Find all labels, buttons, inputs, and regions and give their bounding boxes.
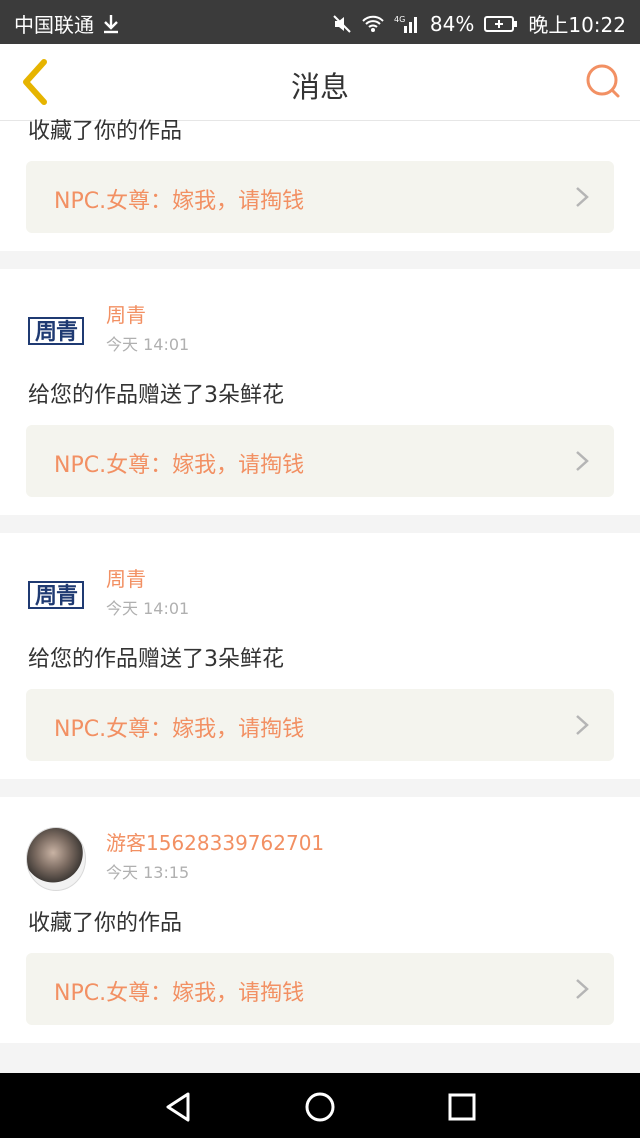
message-time: 今天 14:01: [106, 599, 190, 618]
chevron-right-icon: [576, 187, 589, 207]
system-nav-bar: [0, 1073, 640, 1138]
work-title: NPC.女尊：嫁我，请掏钱: [54, 981, 305, 1006]
message-text: 收藏了你的作品: [28, 119, 183, 144]
back-icon: [166, 1092, 190, 1122]
avatar[interactable]: 周青: [26, 565, 86, 625]
system-recents-button[interactable]: [444, 1089, 480, 1125]
clock: 晚上10:22: [528, 13, 626, 37]
work-reference-link[interactable]: NPC.女尊：嫁我，请掏钱: [26, 953, 614, 1025]
message-card: 收藏了你的作品 NPC.女尊：嫁我，请掏钱: [0, 119, 640, 251]
avatar[interactable]: 周青: [26, 301, 86, 361]
battery-percent: 84%: [429, 11, 475, 36]
work-reference-link[interactable]: NPC.女尊：嫁我，请掏钱: [26, 689, 614, 761]
carrier-name: 中国联通: [14, 13, 94, 37]
mute-icon: [332, 14, 352, 34]
search-button[interactable]: [584, 62, 624, 102]
page-title: 消息: [290, 70, 349, 104]
message-list: 收藏了你的作品 NPC.女尊：嫁我，请掏钱 周青 周青 今天 14:01 给您的…: [0, 119, 640, 1061]
status-left: 中国联通: [14, 9, 120, 38]
status-bar: 中国联通 4G 84% 晚上10:22: [0, 0, 640, 44]
avatar-logo: 周青: [28, 317, 84, 345]
top-navbar: 消息: [0, 44, 640, 121]
sender-name[interactable]: 周青: [106, 299, 146, 328]
message-time: 今天 14:01: [106, 335, 190, 354]
wifi-icon: [362, 15, 384, 33]
signal-icon: 4G: [394, 14, 420, 34]
search-icon: [586, 64, 620, 98]
sender-name[interactable]: 周青: [106, 563, 146, 592]
system-home-button[interactable]: [302, 1089, 338, 1125]
message-text: 给您的作品赠送了3朵鲜花: [28, 383, 284, 408]
avatar[interactable]: [26, 827, 86, 891]
work-title: NPC.女尊：嫁我，请掏钱: [54, 453, 305, 478]
message-card: 周青 周青 今天 14:01 给您的作品赠送了3朵鲜花 NPC.女尊：嫁我，请掏…: [0, 533, 640, 779]
work-title: NPC.女尊：嫁我，请掏钱: [54, 189, 305, 214]
work-reference-link[interactable]: NPC.女尊：嫁我，请掏钱: [26, 161, 614, 233]
avatar-logo: 周青: [28, 581, 84, 609]
system-back-button[interactable]: [160, 1089, 196, 1125]
chevron-right-icon: [576, 979, 589, 999]
message-card: 游客15628339762701 今天 13:15 收藏了你的作品 NPC.女尊…: [0, 797, 640, 1043]
download-icon: [102, 14, 120, 34]
message-text: 给您的作品赠送了3朵鲜花: [28, 647, 284, 672]
battery-icon: [484, 15, 518, 33]
svg-text:4G: 4G: [394, 15, 405, 24]
message-time: 今天 13:15: [106, 863, 190, 882]
avatar-photo: [26, 827, 86, 891]
recents-icon: [448, 1093, 476, 1121]
chevron-right-icon: [576, 451, 589, 471]
status-right: 4G 84% 晚上10:22: [332, 9, 626, 38]
chevron-right-icon: [576, 715, 589, 735]
message-card: 周青 周青 今天 14:01 给您的作品赠送了3朵鲜花 NPC.女尊：嫁我，请掏…: [0, 269, 640, 515]
work-reference-link[interactable]: NPC.女尊：嫁我，请掏钱: [26, 425, 614, 497]
home-icon: [305, 1092, 335, 1122]
message-text: 收藏了你的作品: [28, 911, 183, 936]
work-title: NPC.女尊：嫁我，请掏钱: [54, 717, 305, 742]
sender-name[interactable]: 游客15628339762701: [106, 827, 324, 856]
